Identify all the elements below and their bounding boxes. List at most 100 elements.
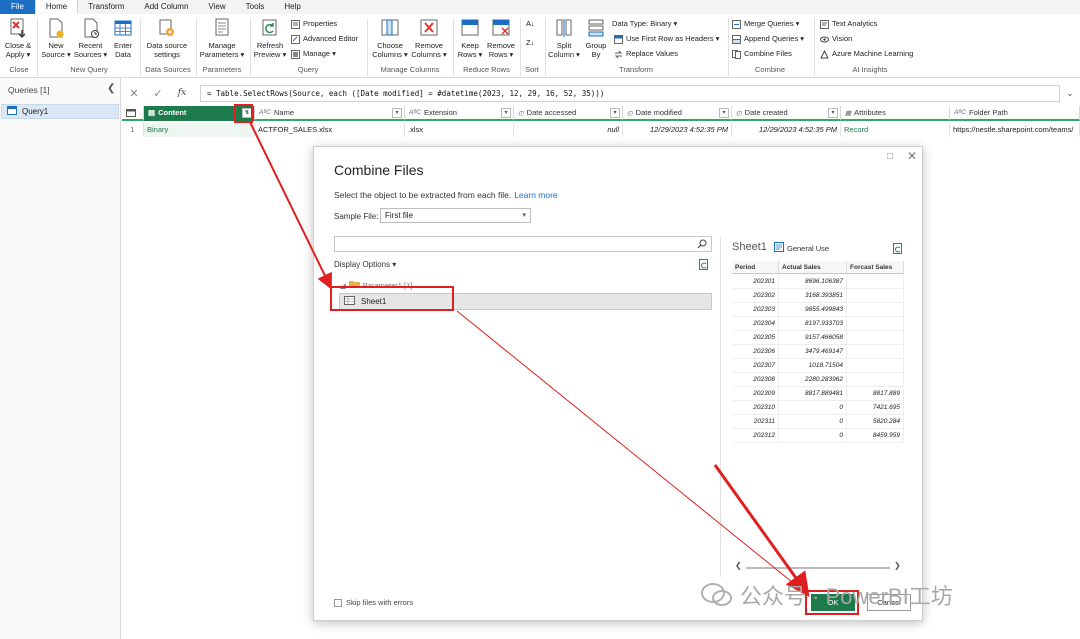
tab-home[interactable]: Home [34, 0, 79, 14]
sample-file-select[interactable]: First file ▾ [380, 208, 531, 223]
dropdown-icon[interactable]: ▾ [501, 108, 511, 118]
data-source-settings-button[interactable]: Data source settings [144, 16, 190, 59]
sort-descending-button[interactable]: Z↓ [526, 38, 534, 48]
append-icon [732, 34, 741, 44]
column-header-extension[interactable]: AᴮC Extension ▾ [405, 106, 514, 121]
preview-cell: 7421.695 [847, 401, 904, 415]
collapse-pane-icon[interactable]: ❮ [107, 83, 115, 94]
column-header-date-created[interactable]: ◴ Date created ▾ [732, 106, 841, 121]
split-column-button[interactable]: Split Column ▾ [547, 16, 581, 59]
data-grid: ▤ Content ↯ AᴮC Name ▾ AᴮC Extension ▾ ◴ Date… [122, 106, 1080, 138]
column-header-folder-path[interactable]: AᴮC Folder Path [950, 106, 1080, 121]
table-icon [113, 17, 133, 39]
advanced-editor-button[interactable]: Advanced Editor [291, 34, 358, 44]
datetime-type-icon: ◴ [736, 109, 742, 117]
cancel-formula-icon[interactable]: ✕ [122, 87, 146, 100]
preview-horizontal-scrollbar[interactable]: ❮ ❯ [732, 561, 904, 572]
replace-values-button[interactable]: Replace Values [614, 49, 678, 59]
tab-view[interactable]: View [198, 0, 235, 14]
cell-binary[interactable]: Binary [144, 123, 255, 137]
tab-help[interactable]: Help [274, 0, 310, 14]
preview-cell: 5820.284 [847, 415, 904, 429]
preview-cell: 8817.889 [847, 387, 904, 401]
tab-file[interactable]: File [0, 0, 35, 14]
confirm-formula-icon[interactable]: ✓ [146, 87, 170, 100]
column-header-name[interactable]: AᴮC Name ▾ [255, 106, 405, 121]
preview-cell: 0 [779, 401, 847, 415]
skip-errors-checkbox[interactable]: Skip files with errors [334, 598, 413, 607]
cell-date-accessed[interactable]: null [514, 123, 623, 137]
cell-extension[interactable]: .xlsx [405, 123, 514, 137]
merge-queries-button[interactable]: Merge Queries ▾ [732, 19, 799, 29]
preview-cell: 9855.499843 [779, 303, 847, 317]
recent-sources-button[interactable]: Recent Sources ▾ [73, 16, 108, 59]
fx-icon[interactable]: fx [170, 88, 194, 98]
table-corner[interactable] [122, 106, 144, 121]
expand-formula-icon[interactable]: ⌄ [1060, 88, 1080, 99]
close-icon[interactable]: ✕ [907, 149, 917, 163]
cell-name[interactable]: ACTFOR_SALES.xlsx [255, 123, 405, 137]
manage-parameters-button[interactable]: Manage Parameters ▾ [199, 16, 245, 59]
tab-add-column[interactable]: Add Column [134, 0, 198, 14]
remove-columns-button[interactable]: Remove Columns ▾ [410, 16, 448, 59]
export-preview-icon[interactable] [893, 243, 904, 256]
azure-ml-button[interactable]: Azure Machine Learning [820, 49, 913, 59]
tab-tools[interactable]: Tools [236, 0, 275, 14]
query-item[interactable]: Query1 [1, 104, 119, 119]
keep-rows-button[interactable]: Keep Rows ▾ [456, 16, 484, 59]
manage-button[interactable]: Manage ▾ [291, 49, 336, 59]
general-use-label: General Use [774, 242, 829, 254]
cell-attributes[interactable]: Record [841, 123, 950, 137]
cell-folder-path[interactable]: https://nestle.sharepoint.com/teams/ [950, 123, 1080, 137]
tab-transform[interactable]: Transform [78, 0, 134, 14]
enter-data-button[interactable]: Enter Data [110, 16, 136, 59]
preview-cell: 8197.933703 [779, 317, 847, 331]
azure-ml-icon [820, 49, 829, 59]
dropdown-icon[interactable]: ▾ [392, 108, 402, 118]
text-type-icon: AᴮC [259, 109, 271, 116]
merge-icon [732, 19, 741, 29]
eye-icon [820, 35, 829, 44]
preview-col-period: Period [732, 261, 779, 274]
new-source-button[interactable]: New Source ▾ [40, 16, 72, 59]
column-header-date-modified[interactable]: ◴ Date modified ▾ [623, 106, 732, 121]
properties-button[interactable]: Properties [291, 19, 337, 29]
dropdown-icon[interactable]: ▾ [719, 108, 729, 118]
scroll-left-icon[interactable]: ❮ [735, 561, 742, 570]
group-by-button[interactable]: Group By [582, 16, 610, 59]
first-row-headers-button[interactable]: Use First Row as Headers ▾ [614, 34, 719, 44]
preview-cell: 2280.283962 [779, 373, 847, 387]
group-by-icon [586, 17, 606, 39]
close-apply-icon [8, 17, 28, 39]
formula-bar: ✕ ✓ fx = Table.SelectRows(Source, each (… [122, 84, 1080, 102]
maximize-icon[interactable]: □ [887, 151, 893, 162]
close-apply-button[interactable]: Close & Apply ▾ [2, 16, 34, 59]
vision-button[interactable]: Vision [820, 34, 852, 44]
formula-input[interactable]: = Table.SelectRows(Source, each ([Date m… [200, 84, 1060, 102]
remove-rows-button[interactable]: Remove Rows ▾ [485, 16, 517, 59]
preview-cell: 202308 [732, 373, 779, 387]
sort-ascending-button[interactable]: A↓ [526, 19, 535, 29]
cell-date-modified[interactable]: 12/29/2023 4:52:35 PM [623, 123, 732, 137]
dropdown-icon[interactable]: ▾ [828, 108, 838, 118]
combine-files-button[interactable]: Combine Files [732, 49, 792, 59]
choose-columns-button[interactable]: Choose Columns ▾ [371, 16, 409, 59]
column-header-date-accessed[interactable]: ◴ Date accessed ▾ [514, 106, 623, 121]
preview-cell: 3479.469147 [779, 345, 847, 359]
data-type-dropdown[interactable]: Data Type: Binary ▾ [612, 19, 677, 29]
annotation-box-expand [234, 104, 253, 123]
search-input[interactable] [334, 236, 712, 252]
column-header-attributes[interactable]: ▦ Attributes [841, 106, 950, 121]
dropdown-icon[interactable]: ▾ [610, 108, 620, 118]
display-options-dropdown[interactable]: Display Options ▾ [334, 260, 396, 269]
text-analytics-button[interactable]: Text Analytics [820, 19, 877, 29]
preview-cell: 3168.393851 [779, 289, 847, 303]
combine-files-icon [732, 49, 741, 59]
scroll-right-icon[interactable]: ❯ [894, 561, 901, 570]
learn-more-link[interactable]: Learn more [514, 190, 557, 200]
cell-date-created[interactable]: 12/29/2023 4:52:35 PM [732, 123, 841, 137]
refresh-icon[interactable] [699, 259, 710, 272]
refresh-preview-button[interactable]: Refresh Preview ▾ [252, 16, 288, 59]
new-document-icon [46, 17, 66, 39]
append-queries-button[interactable]: Append Queries ▾ [732, 34, 804, 44]
